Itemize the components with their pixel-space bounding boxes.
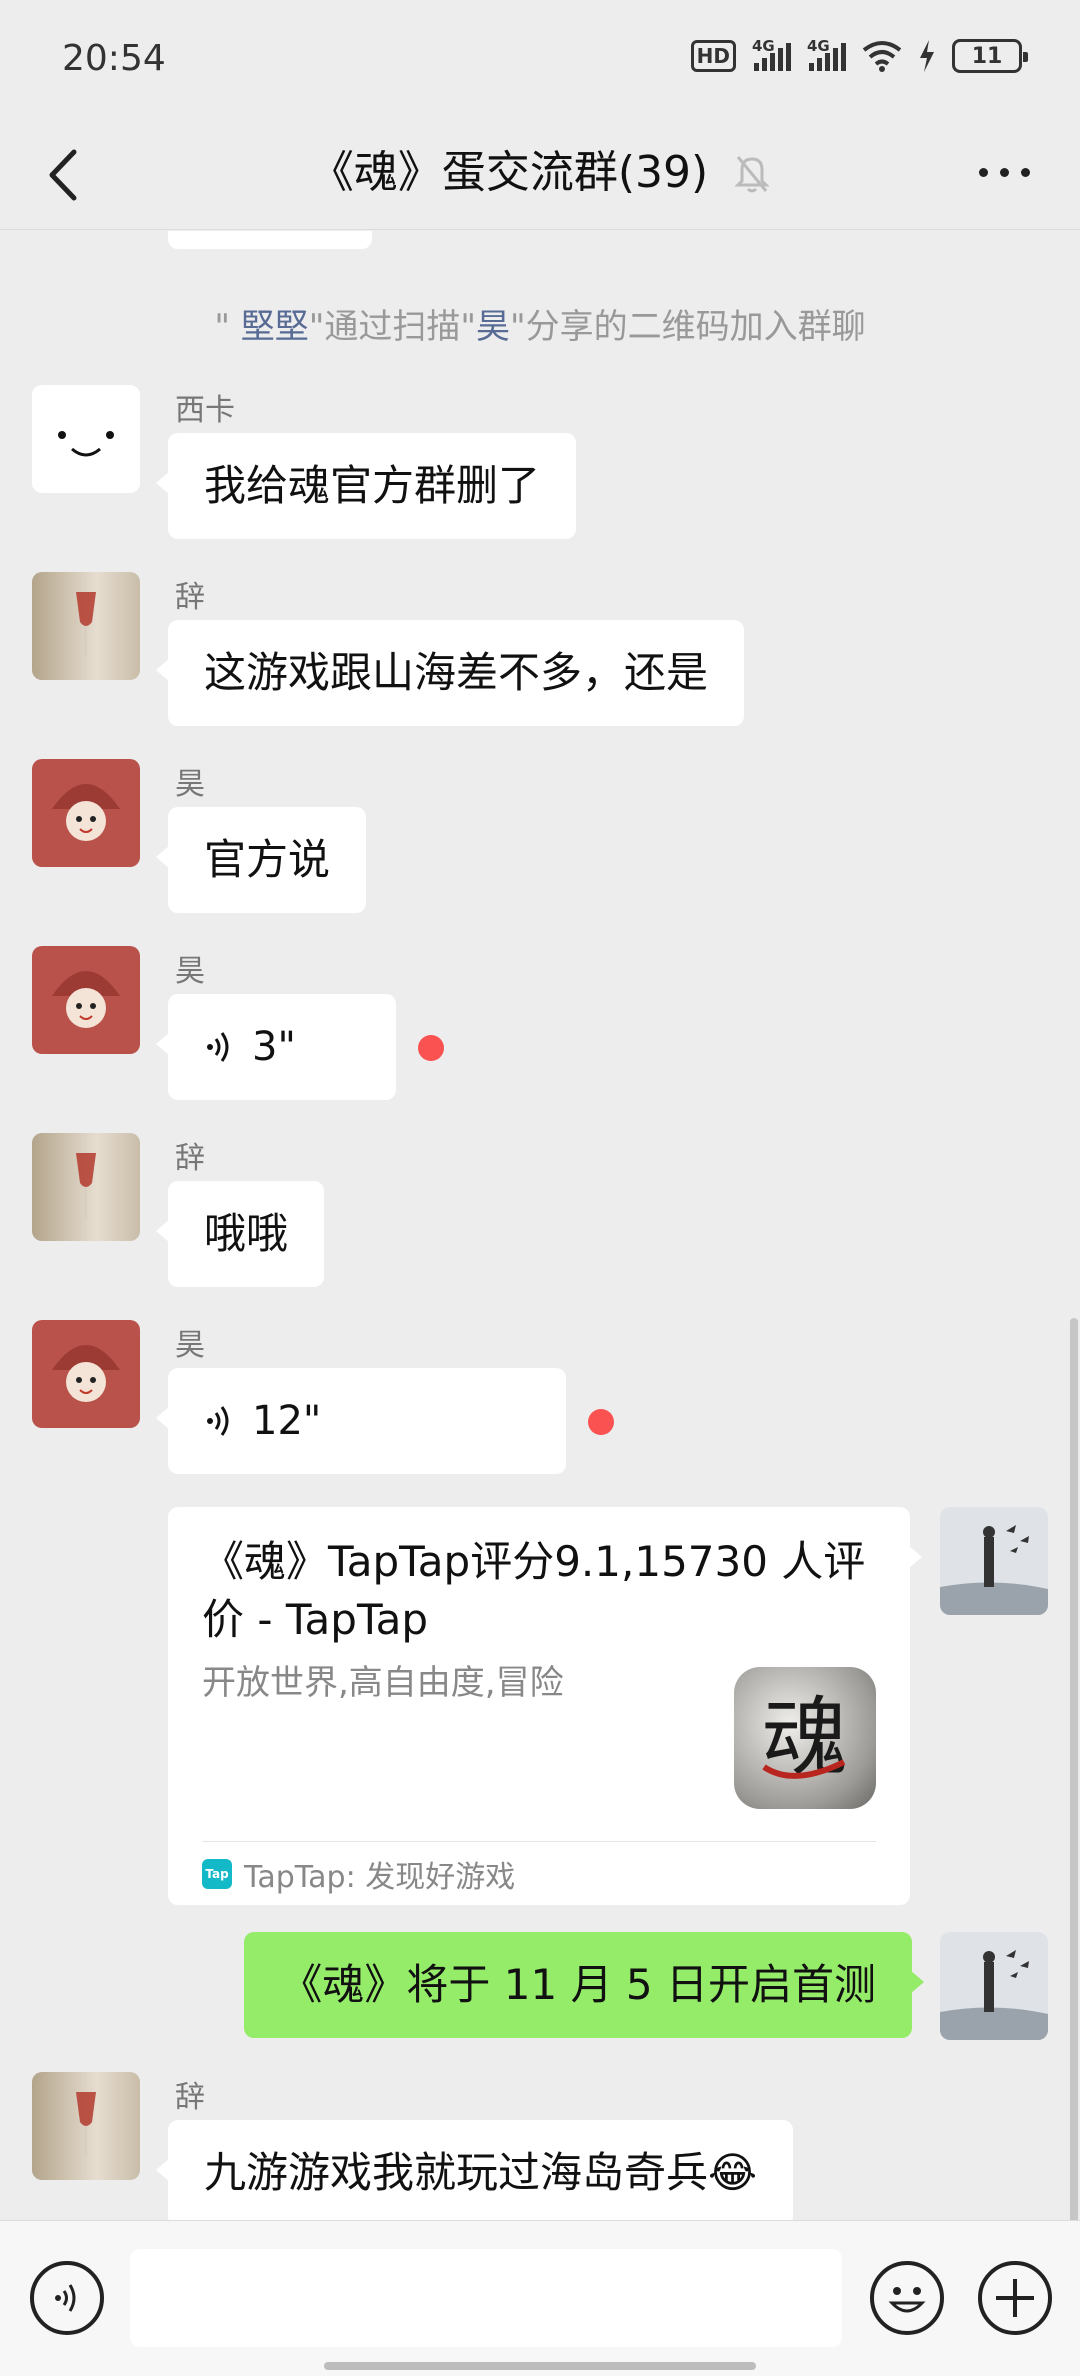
message-bubble[interactable]: 我给魂官方群删了 [155, 433, 577, 539]
avatar[interactable] [940, 1932, 1048, 2040]
link-card-source: Tap TapTap: 发现好游戏 [202, 1841, 876, 1905]
voice-message-bubble[interactable]: 3" [156, 994, 396, 1100]
avatar[interactable] [940, 1507, 1048, 1615]
avatar[interactable] [32, 759, 140, 867]
mute-bell-icon [734, 156, 770, 193]
signal-4g-icon: 4G [752, 37, 791, 71]
notice-user-link[interactable]: 堅堅 [241, 307, 309, 347]
scrollbar[interactable] [1070, 1318, 1078, 2220]
status-icons: HD 4G 4G 11 [690, 36, 1028, 76]
notice-user-link[interactable]: 昊 [476, 307, 510, 347]
voice-wave-icon [207, 1032, 229, 1062]
status-time: 20:54 [62, 38, 166, 79]
sender-name: 昊 [175, 767, 205, 802]
voice-wave-icon [207, 1406, 229, 1436]
sender-name: 昊 [175, 954, 205, 989]
signal-4g-icon: 4G [807, 37, 846, 71]
input-bar [0, 2220, 1080, 2376]
system-join-notice: " 堅堅"通过扫描"昊"分享的二维码加入群聊 [214, 307, 866, 347]
message-bubble[interactable]: 哦哦 [155, 1181, 325, 1287]
avatar[interactable] [32, 1133, 140, 1241]
battery-icon: 11 [952, 39, 1028, 73]
sender-name: 辞 [175, 1141, 205, 1176]
message-input[interactable] [130, 2249, 842, 2347]
home-indicator[interactable] [324, 2362, 756, 2370]
voice-input-icon[interactable] [30, 2261, 104, 2335]
hd-voice-icon: HD [690, 40, 736, 72]
taptap-logo-icon: Tap [202, 1858, 232, 1889]
voice-duration: 12" [252, 1398, 322, 1444]
avatar[interactable] [32, 1320, 140, 1428]
chat-title: 《魂》蛋交流群(39) [309, 147, 709, 198]
voice-message-bubble[interactable]: 12" [156, 1368, 566, 1474]
link-card-title: 《魂》TapTap评分9.1,15730 人评价 - TapTap [202, 1537, 866, 1644]
chat-header: 《魂》蛋交流群(39) [0, 120, 1080, 230]
charging-icon [920, 40, 934, 72]
sender-name: 西卡 [175, 393, 235, 428]
more-dots-icon[interactable] [979, 168, 1030, 177]
wifi-icon [862, 41, 902, 72]
sender-name: 昊 [175, 1328, 205, 1363]
avatar[interactable] [32, 2072, 140, 2180]
avatar[interactable] [32, 946, 140, 1054]
previous-message-bubble [168, 231, 372, 249]
sender-name: 辞 [175, 580, 205, 615]
message-bubble[interactable]: 九游游戏我就玩过海岛奇兵😂 [155, 2120, 794, 2220]
unread-dot [588, 1409, 614, 1435]
voice-duration: 3" [252, 1024, 296, 1070]
link-card[interactable]: 《魂》TapTap评分9.1,15730 人评价 - TapTap 开放世界,高… [168, 1507, 922, 1905]
message-bubble[interactable]: 这游戏跟山海差不多，还是 [155, 620, 745, 726]
message-list[interactable]: " 堅堅"通过扫描"昊"分享的二维码加入群聊 西卡 我给魂官方群删了 辞 这游戏… [0, 231, 1080, 2220]
sender-name: 辞 [175, 2080, 205, 2115]
unread-dot [418, 1035, 444, 1061]
status-bar: 20:54 HD 4G 4G 11 [0, 0, 1080, 120]
plus-icon[interactable] [978, 2261, 1052, 2335]
avatar[interactable] [32, 385, 140, 493]
sent-message-bubble[interactable]: 《魂》将于 11 月 5 日开启首测 [244, 1932, 924, 2038]
message-bubble[interactable]: 官方说 [155, 807, 367, 913]
link-card-thumbnail: 魂 [734, 1667, 876, 1809]
emoji-icon[interactable] [870, 2261, 944, 2335]
avatar[interactable] [32, 572, 140, 680]
